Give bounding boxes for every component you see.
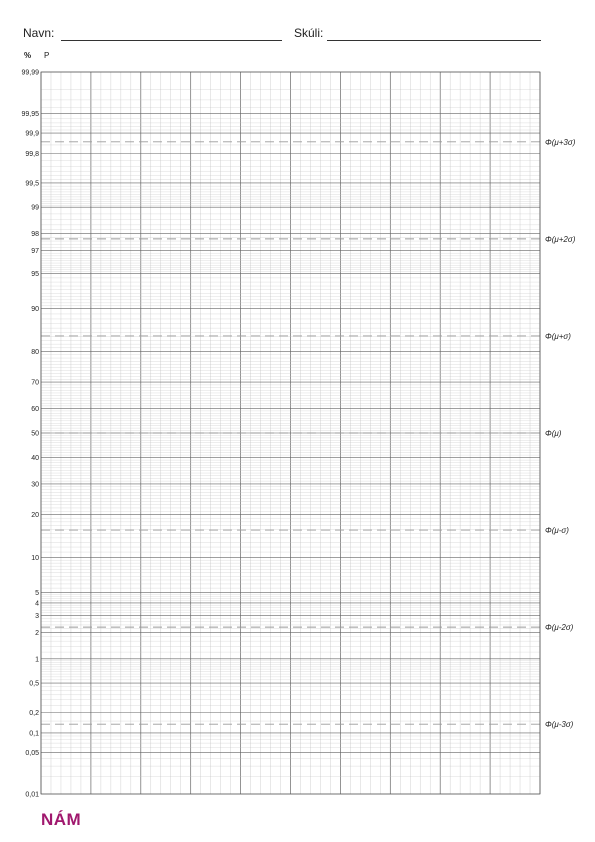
y-tick-label: 40: [31, 455, 39, 462]
axis-labels: 99,9999,9599,999,899,5999897959080706050…: [21, 70, 575, 799]
y-tick-label: 99: [31, 205, 39, 212]
sigma-label: Φ(μ+σ): [545, 332, 571, 341]
y-tick-label: 99,9: [25, 131, 39, 138]
sigma-label: Φ(μ-2σ): [545, 623, 574, 632]
y-tick-label: 80: [31, 349, 39, 356]
sigma-label: Φ(μ-3σ): [545, 720, 574, 729]
sigma-label: Φ(μ): [545, 429, 562, 438]
y-tick-label: 60: [31, 406, 39, 413]
y-tick-label: 4: [35, 600, 39, 607]
y-tick-label: 98: [31, 231, 39, 238]
y-tick-label: 3: [35, 613, 39, 620]
y-tick-label: 99,5: [25, 180, 39, 187]
y-tick-label: 30: [31, 481, 39, 488]
y-tick-label: 0,5: [29, 681, 39, 688]
y-tick-label: 5: [35, 590, 39, 597]
y-tick-label: 1: [35, 656, 39, 663]
sigma-label: Φ(μ+2σ): [545, 235, 576, 244]
y-tick-label: 2: [35, 630, 39, 637]
y-tick-label: 95: [31, 271, 39, 278]
y-tick-label: 0,1: [29, 730, 39, 737]
y-tick-label: 0,01: [25, 792, 39, 799]
y-tick-label: 97: [31, 248, 39, 255]
y-tick-label: 99,8: [25, 151, 39, 158]
nam-logo: NÁM: [41, 810, 82, 829]
probability-grid: 99,9999,9599,999,899,5999897959080706050…: [21, 70, 575, 799]
y-tick-label: 70: [31, 380, 39, 387]
sigma-label: Φ(μ-σ): [545, 526, 569, 535]
y-tick-label: 20: [31, 512, 39, 519]
y-tick-label: 0,05: [25, 750, 39, 757]
y-tick-label: 10: [31, 555, 39, 562]
sigma-label: Φ(μ+3σ): [545, 138, 576, 147]
y-tick-label: 90: [31, 306, 39, 313]
y-tick-label: 99,95: [21, 111, 39, 118]
y-tick-label: 50: [31, 431, 39, 438]
y-tick-label: 0,2: [29, 710, 39, 717]
y-tick-label: 99,99: [21, 70, 39, 77]
